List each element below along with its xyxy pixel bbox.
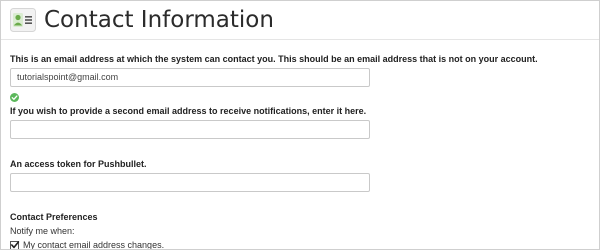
contact-card-icon	[10, 8, 36, 32]
pushbullet-token-label: An access token for Pushbullet.	[10, 159, 147, 169]
check-circle-icon	[10, 89, 19, 102]
header-divider	[1, 39, 599, 40]
page-title: Contact Information	[44, 7, 274, 33]
pref-contact-email-changes-checkbox[interactable]	[10, 240, 20, 249]
primary-email-input[interactable]	[10, 68, 370, 87]
secondary-email-input[interactable]	[10, 120, 370, 139]
notify-me-label: Notify me when:	[10, 226, 75, 236]
primary-email-label: This is an email address at which the sy…	[10, 54, 538, 64]
contact-preferences-heading: Contact Preferences	[10, 212, 98, 222]
pushbullet-token-input[interactable]	[10, 173, 370, 192]
pref-contact-email-changes-row[interactable]: My contact email address changes.	[10, 239, 165, 250]
pref-contact-email-changes-label: My contact email address changes.	[23, 240, 165, 250]
page-header: Contact Information	[1, 1, 599, 39]
secondary-email-label: If you wish to provide a second email ad…	[10, 106, 367, 116]
contact-information-panel: Contact Information This is an email add…	[0, 0, 600, 250]
